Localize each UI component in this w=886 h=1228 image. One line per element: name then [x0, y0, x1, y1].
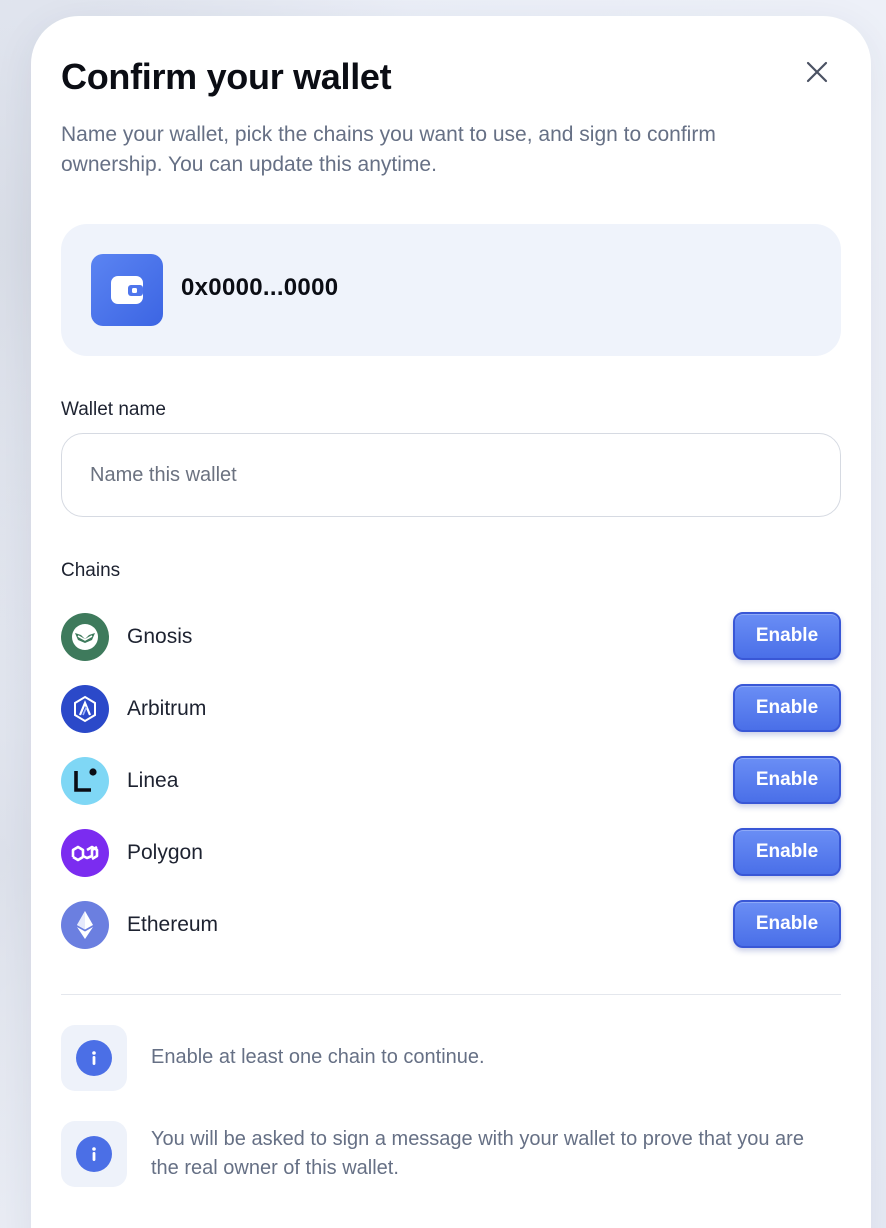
notice-icon-box — [61, 1025, 127, 1091]
divider — [61, 994, 841, 995]
close-icon — [806, 61, 828, 83]
chain-name: Polygon — [127, 841, 203, 864]
enable-arbitrum-button[interactable]: Enable — [733, 684, 841, 732]
enable-linea-button[interactable]: Enable — [733, 756, 841, 804]
enable-ethereum-button[interactable]: Enable — [733, 900, 841, 948]
enable-polygon-button[interactable]: Enable — [733, 828, 841, 876]
info-icon — [76, 1040, 112, 1076]
wallet-name-input[interactable] — [61, 433, 841, 517]
gnosis-icon — [61, 613, 109, 661]
modal-title: Confirm your wallet — [61, 56, 392, 97]
polygon-icon — [61, 829, 109, 877]
enable-gnosis-button[interactable]: Enable — [733, 612, 841, 660]
wallet-name-label: Wallet name — [61, 399, 166, 420]
chain-row-gnosis: Gnosis Enable — [61, 612, 841, 663]
confirm-wallet-modal: Confirm your wallet Name your wallet, pi… — [31, 16, 871, 1228]
info-icon — [76, 1136, 112, 1172]
chain-name: Gnosis — [127, 625, 193, 648]
notice-sign-message: You will be asked to sign a message with… — [151, 1128, 804, 1179]
chains-label: Chains — [61, 560, 121, 581]
chain-row-polygon: Polygon Enable — [61, 828, 841, 879]
arbitrum-icon — [61, 685, 109, 733]
ethereum-icon — [61, 901, 109, 949]
notice-enable-chain: Enable at least one chain to continue. — [151, 1046, 485, 1068]
chain-name: Linea — [127, 769, 179, 792]
wallet-icon — [91, 254, 163, 326]
modal-subtitle: Name your wallet, pick the chains you wa… — [61, 123, 716, 176]
linea-icon — [61, 757, 109, 805]
chain-row-ethereum: Ethereum Enable — [61, 900, 841, 951]
wallet-address: 0x0000...0000 — [181, 274, 339, 301]
chain-name: Ethereum — [127, 913, 219, 936]
chain-name: Arbitrum — [127, 697, 207, 720]
notice-icon-box — [61, 1121, 127, 1187]
chain-row-arbitrum: Arbitrum Enable — [61, 684, 841, 735]
close-button[interactable] — [801, 56, 833, 88]
wallet-card: 0x0000...0000 — [61, 224, 841, 356]
chain-row-linea: Linea Enable — [61, 756, 841, 807]
